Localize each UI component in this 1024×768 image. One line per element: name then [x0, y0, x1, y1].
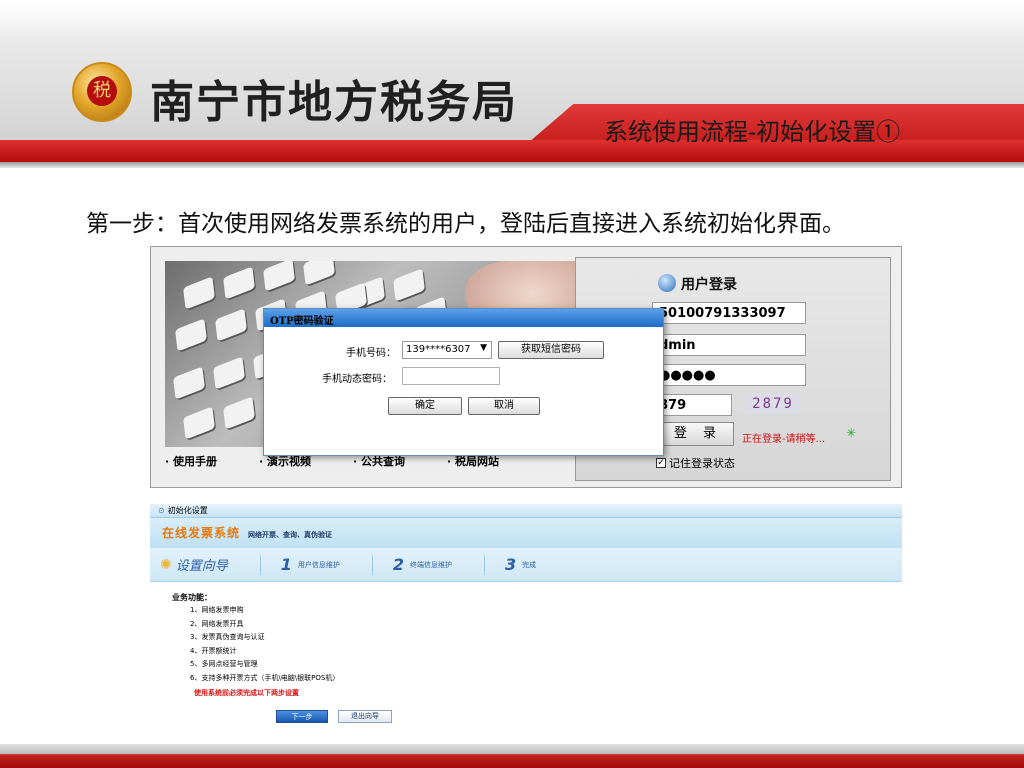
setup-notice: 使用系统前必须完成以下两步设置 — [194, 689, 299, 697]
init-settings-screenshot: ⊙ 初始化设置 在线发票系统 网络开票、查询、真伪验证 ✺ 设置向导 1 用户信… — [150, 504, 902, 740]
phone-label: 手机号码： — [346, 348, 396, 359]
portal-links: · 使用手册 · 演示视频 · 公共查询 · 税局网站 — [165, 453, 577, 479]
window-circle-icon: ⊙ — [158, 506, 165, 515]
step-divider — [371, 554, 373, 575]
password-field[interactable]: ●●●●● — [652, 364, 806, 386]
list-item: 1、网络发票申购 — [190, 606, 244, 614]
next-step-button[interactable]: 下一步 — [276, 710, 328, 723]
captcha-field[interactable]: 879 — [652, 394, 732, 416]
tax-site-link[interactable]: · 税局网站 — [447, 453, 499, 479]
system-name: 在线发票系统 — [162, 526, 241, 540]
system-subtitle: 网络开票、查询、真伪验证 — [248, 531, 333, 539]
wizard-step-2[interactable]: 2 终端信息维护 — [393, 555, 452, 574]
captcha-image[interactable]: 2879 — [746, 394, 800, 414]
list-item: 6、支持多种开票方式（手机\电脑\银联POS机） — [190, 673, 340, 682]
login-status-text: 正在登录-请稍等... — [742, 434, 826, 445]
login-title: 用户登录 — [681, 277, 737, 293]
public-query-link[interactable]: · 公共查询 — [353, 453, 405, 479]
header-shadow — [0, 162, 1024, 168]
keyboard-key — [393, 268, 425, 302]
keyboard-key — [263, 261, 295, 292]
confirm-button[interactable]: 确定 — [388, 397, 462, 415]
otp-code-input[interactable] — [402, 367, 500, 385]
remember-login[interactable]: ✓ 记住登录状态 — [656, 455, 735, 471]
get-sms-code-button[interactable]: 获取短信密码 — [498, 341, 604, 359]
keyboard-key — [303, 261, 335, 286]
gear-icon: ✺ — [160, 556, 172, 573]
cancel-button[interactable]: 取消 — [468, 397, 540, 415]
wizard-guide-label: 设置向导 — [175, 559, 228, 574]
keyboard-key — [213, 356, 245, 390]
phone-value: 139****6307 — [406, 344, 471, 355]
otp-dialog-title: OTP密码验证 — [264, 309, 663, 327]
manual-link[interactable]: · 使用手册 — [165, 453, 217, 479]
wizard-steps-bar: ✺ 设置向导 1 用户信息维护 2 终端信息维护 3 完成 — [150, 548, 902, 582]
section-title: 系统使用流程-初始化设置① — [604, 118, 901, 146]
business-functions-title: 业务功能： — [172, 593, 212, 602]
otp-dialog: OTP密码验证 手机号码： 139****6307 ▼ 获取短信密码 手机动态密… — [263, 308, 664, 456]
keyboard-key — [183, 406, 215, 440]
remember-checkbox[interactable]: ✓ — [656, 458, 666, 468]
account-field[interactable]: 50100791333097 — [652, 302, 806, 324]
phone-select[interactable]: 139****6307 ▼ — [402, 341, 492, 359]
keyboard-key — [175, 318, 207, 352]
step-divider — [484, 554, 486, 575]
user-icon — [658, 274, 676, 292]
tax-bureau-emblem-icon — [72, 62, 132, 122]
init-window-titlebar: ⊙ 初始化设置 — [150, 504, 902, 518]
list-item: 2、网络发票开具 — [190, 619, 244, 628]
list-item: 4、开票额统计 — [190, 646, 237, 655]
step-label: 终端信息维护 — [410, 560, 453, 569]
step-number: 1 — [280, 555, 292, 574]
system-header: 在线发票系统 网络开票、查询、真伪验证 — [150, 518, 902, 548]
otp-code-label: 手机动态密码： — [322, 374, 392, 385]
wizard-step-3[interactable]: 3 完成 — [505, 555, 536, 574]
step-number: 3 — [505, 555, 517, 574]
remember-label: 记住登录状态 — [669, 457, 735, 470]
step-description: 第一步：首次使用网络发票系统的用户，登陆后直接进入系统初始化界面。 — [86, 211, 845, 237]
slide-footer-band — [0, 744, 1024, 768]
chevron-down-icon: ▼ — [480, 343, 487, 353]
keyboard-key — [173, 366, 205, 400]
exit-wizard-button[interactable]: 退出向导 — [338, 710, 392, 723]
username-field[interactable]: dmin — [652, 334, 806, 356]
keyboard-key — [183, 276, 215, 310]
demo-video-link[interactable]: · 演示视频 — [259, 453, 311, 479]
keyboard-key — [223, 396, 255, 430]
loading-spinner-icon: ✳ — [846, 426, 857, 440]
login-button[interactable]: 登 录 — [662, 422, 734, 446]
organization-name: 南宁市地方税务局 — [150, 77, 518, 128]
step-divider — [259, 554, 261, 575]
list-item: 3、发票真伪查询与认证 — [190, 633, 265, 641]
keyboard-key — [215, 308, 247, 342]
step-label: 用户信息维护 — [297, 560, 340, 569]
keyboard-key — [223, 266, 255, 300]
step-number: 2 — [392, 555, 405, 574]
list-item: 5、多网点经营与管理 — [190, 660, 258, 668]
wizard-guide: ✺ 设置向导 — [160, 555, 228, 575]
init-window-title: 初始化设置 — [167, 506, 208, 515]
wizard-step-1[interactable]: 1 用户信息维护 — [281, 555, 340, 574]
business-functions-list: 1、网络发票申购 2、网络发票开具 3、发票真伪查询与认证 4、开票额统计 5、… — [190, 604, 339, 685]
step-label: 完成 — [522, 560, 537, 569]
